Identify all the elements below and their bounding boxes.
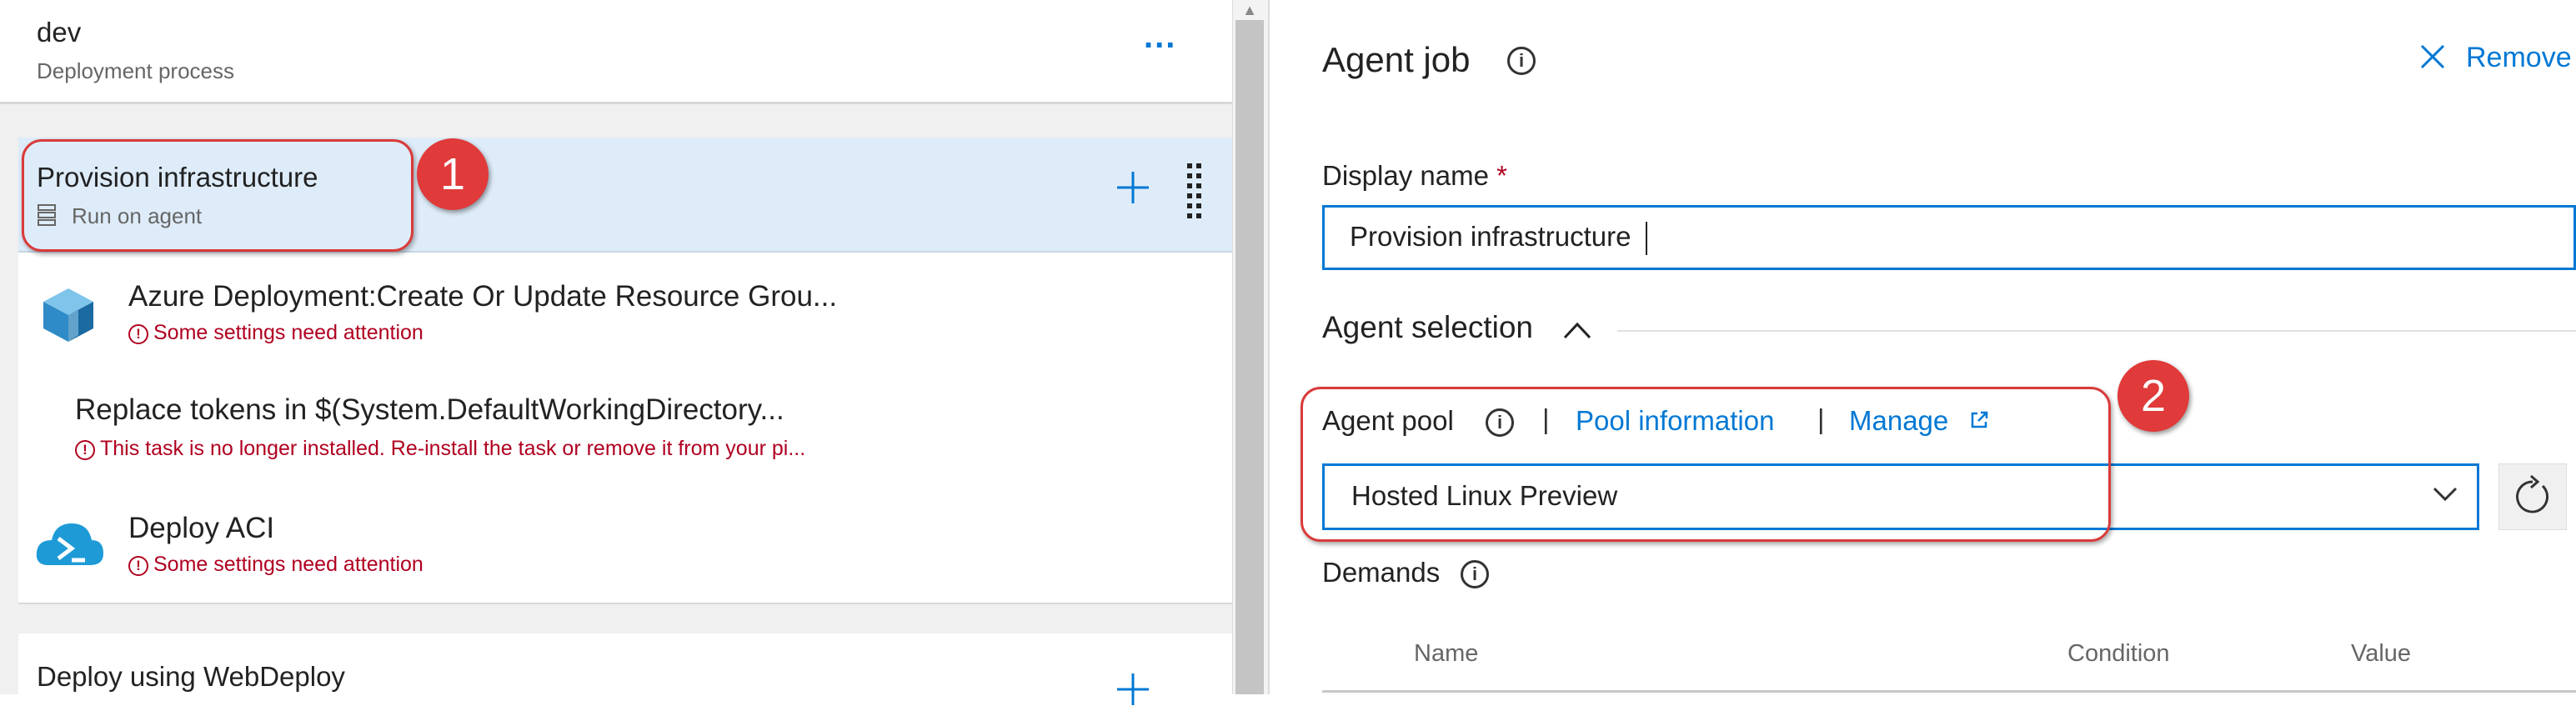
chevron-down-icon[interactable] [2433, 487, 2458, 502]
agent-selection-label: Agent selection [1322, 310, 1534, 344]
close-icon[interactable] [2419, 43, 2446, 70]
callout-highlight-agent-pool [1301, 387, 2111, 542]
info-icon[interactable]: i [1507, 47, 1536, 75]
chevron-up-icon[interactable] [1562, 320, 1592, 340]
scrollbar-thumb[interactable] [1235, 20, 1264, 694]
task-title[interactable]: Azure Deployment:Create Or Update Resour… [128, 280, 837, 313]
task-warning: ! Some settings need attention [128, 321, 423, 345]
demands-label: Demands [1322, 557, 1441, 588]
callout-highlight-phase [22, 139, 413, 252]
required-marker: * [1496, 160, 1507, 191]
drag-handle-icon[interactable] [1185, 162, 1204, 223]
scroll-up-arrow-icon[interactable]: ▲ [1241, 2, 1258, 18]
display-name-label: Display name * [1322, 160, 1507, 191]
pane-divider [1268, 0, 1270, 694]
column-header-condition[interactable]: Condition [2067, 640, 2170, 668]
text-cursor [1646, 222, 1647, 255]
stage-title: dev [37, 17, 82, 48]
remove-button[interactable]: Remove [2466, 42, 2572, 74]
add-task-plus-icon[interactable] [1115, 672, 1150, 707]
display-name-field[interactable]: Provision infrastructure [1322, 205, 2576, 270]
column-header-value[interactable]: Value [2351, 640, 2411, 668]
task-warning: ! This task is no longer installed. Re-in… [75, 437, 805, 461]
phase-title: Deploy using WebDeploy [37, 661, 345, 692]
task-title[interactable]: Deploy ACI [128, 512, 274, 545]
task-warning-text: This task is no longer installed. Re-ins… [100, 437, 806, 460]
error-icon: ! [128, 556, 148, 576]
azure-resource-group-icon [37, 283, 100, 347]
task-warning-text: Some settings need attention [153, 321, 423, 344]
header-divider [0, 102, 1232, 104]
task-warning: ! Some settings need attention [128, 553, 423, 577]
more-options-button[interactable]: ... [1144, 18, 1176, 56]
callout-badge-2: 2 [2117, 360, 2189, 432]
section-divider [1617, 330, 2576, 332]
panel-title: Agent job [1322, 40, 1471, 79]
task-warning-text: Some settings need attention [153, 553, 423, 576]
table-header-divider [1322, 690, 2576, 693]
azure-cloud-powershell-icon [33, 515, 105, 573]
refresh-button[interactable] [2498, 463, 2567, 530]
error-icon: ! [128, 324, 148, 344]
stage-subtitle: Deployment process [37, 58, 234, 83]
refresh-icon [2516, 474, 2549, 513]
add-task-plus-icon[interactable] [1115, 170, 1150, 205]
info-icon[interactable]: i [1461, 560, 1489, 588]
callout-badge-1: 1 [417, 138, 489, 210]
column-header-name[interactable]: Name [1414, 640, 1478, 668]
task-title[interactable]: Replace tokens in $(System.DefaultWorkin… [75, 393, 784, 427]
error-icon: ! [75, 440, 95, 460]
